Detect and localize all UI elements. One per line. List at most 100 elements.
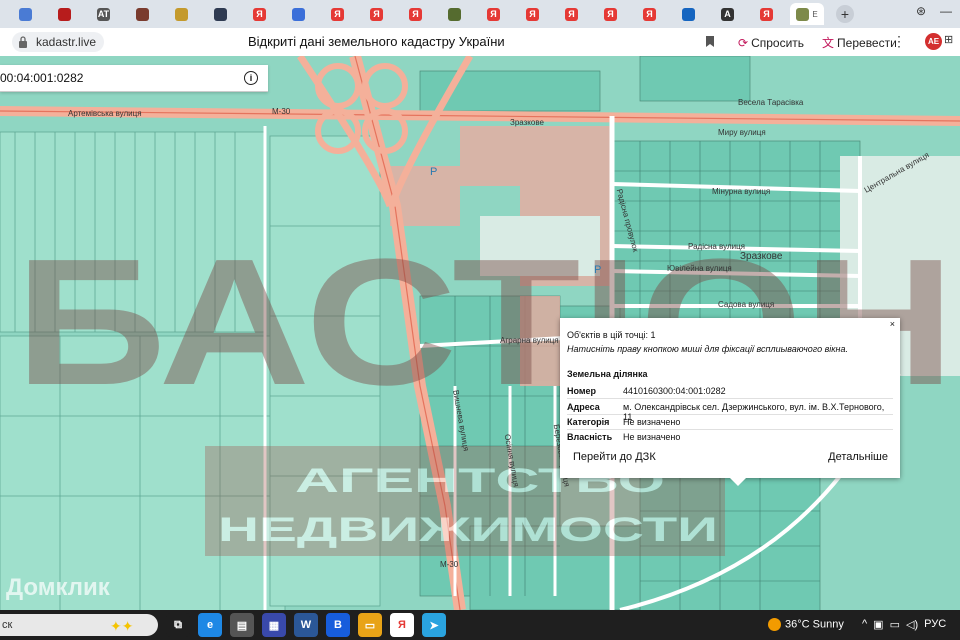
browser-tab[interactable] bbox=[47, 3, 85, 25]
browser-tab[interactable] bbox=[437, 3, 475, 25]
active-tab-label: E bbox=[812, 9, 818, 19]
street-label-myru: Миру вулиця bbox=[718, 128, 766, 137]
browser-tab[interactable]: Я bbox=[398, 3, 436, 25]
profile-icon[interactable]: ⊛ bbox=[916, 4, 926, 18]
volume-icon[interactable]: ◁) bbox=[906, 618, 918, 631]
street-label-minurna: Мінурна вулиця bbox=[712, 187, 771, 196]
browser-tab[interactable]: Я bbox=[359, 3, 397, 25]
browser-tab[interactable] bbox=[671, 3, 709, 25]
browser-tab[interactable] bbox=[8, 3, 46, 25]
info-icon[interactable]: i bbox=[244, 71, 258, 85]
browser-tab[interactable]: Я bbox=[593, 3, 631, 25]
street-label-agrarna: Аграрна вулиця bbox=[500, 336, 559, 345]
road-label-m30-bottom: М-30 bbox=[440, 560, 459, 569]
browser-tab[interactable]: Я bbox=[320, 3, 358, 25]
scanner-icon[interactable]: ▤ bbox=[230, 613, 254, 637]
popup-objects-count: Об'єктів в цій точці: 1 bbox=[567, 330, 656, 340]
search-value: 00:04:001:0282 bbox=[0, 71, 84, 85]
popup-section-title: Земельна ділянка bbox=[567, 369, 648, 379]
language-indicator[interactable]: РУС bbox=[924, 618, 946, 631]
ask-icon: ⟳ bbox=[738, 35, 749, 50]
extension-icon[interactable]: ⊞ bbox=[944, 33, 958, 50]
system-tray: ^ ▣ ▭ ◁) РУС bbox=[862, 618, 946, 631]
go-to-dzk-button[interactable]: Перейти до ДЗК bbox=[565, 446, 664, 468]
browser-tab[interactable]: Я bbox=[554, 3, 592, 25]
popup-row-address: Адреса м. Олександрівськ сел. Дзержинськ… bbox=[567, 399, 893, 422]
browser-tab[interactable] bbox=[125, 3, 163, 25]
yandex-icon: Я bbox=[487, 7, 500, 21]
chevron-up-icon[interactable]: ^ bbox=[862, 618, 867, 631]
street-label-artemivska: Артемівська вулиця bbox=[68, 109, 142, 118]
place-label-vesela: Весела Тарасівка bbox=[738, 98, 804, 107]
browser-tab[interactable] bbox=[164, 3, 202, 25]
flag-icon bbox=[292, 7, 305, 21]
map-icon bbox=[796, 7, 810, 21]
translate-button[interactable]: 文 Перевести bbox=[822, 34, 897, 51]
popup-pointer bbox=[730, 478, 746, 486]
popup-row-number: Номер 4410160300:04:001:0282 bbox=[567, 383, 893, 399]
tab-active[interactable]: E bbox=[790, 3, 824, 25]
browser-tab[interactable]: Я bbox=[476, 3, 514, 25]
taskbar-search[interactable]: ск ✦✦ bbox=[0, 614, 158, 636]
yandex-browser-icon[interactable]: Я bbox=[390, 613, 414, 637]
edge-icon[interactable]: e bbox=[198, 613, 222, 637]
avatar[interactable]: AE bbox=[925, 33, 942, 50]
translate-icon: 文 bbox=[822, 36, 835, 50]
watermark-sub2: НЕДВИЖИМОСТИ bbox=[218, 511, 718, 549]
minimize-icon[interactable]: — bbox=[940, 4, 952, 18]
word-icon[interactable]: W bbox=[294, 613, 318, 637]
yandex-icon: Я bbox=[370, 7, 383, 21]
display-icon[interactable]: ▭ bbox=[890, 618, 900, 631]
road-label-m30-top: М-30 bbox=[272, 107, 291, 116]
sparkle-icon: ✦✦ bbox=[110, 618, 134, 634]
yandex-icon: Я bbox=[253, 7, 266, 21]
addr-actions: ⟳ Спросить 文 Перевести bbox=[738, 34, 897, 51]
browser-tab[interactable]: Я bbox=[242, 3, 280, 25]
parcel-popup: × Об'єктів в цій точці: 1 Натисніть прав… bbox=[560, 318, 900, 486]
url-text: kadastr.live bbox=[36, 35, 97, 49]
blue-app-icon bbox=[682, 7, 695, 21]
parking-label-1: P bbox=[430, 166, 438, 178]
explorer-icon[interactable]: ▭ bbox=[358, 613, 382, 637]
popup-hint: Натисніть праву кнопкою миші для фіксаці… bbox=[567, 344, 848, 354]
browser-tab[interactable]: A bbox=[710, 3, 748, 25]
yandex-icon: Я bbox=[526, 7, 539, 21]
shield-emblem-icon bbox=[136, 7, 149, 21]
cadastre-search-input[interactable]: 00:04:001:0282 i bbox=[0, 65, 268, 92]
ask-button[interactable]: ⟳ Спросить bbox=[738, 36, 804, 50]
place-label-zrazkove1: Зразкове bbox=[510, 118, 544, 127]
new-tab-button[interactable]: + bbox=[836, 5, 854, 23]
calculator-icon[interactable]: ▦ bbox=[262, 613, 286, 637]
eagle-emblem-icon bbox=[175, 7, 188, 21]
dark-window-icon bbox=[214, 7, 227, 21]
street-label-yuvileina: Ювілейна вулиця bbox=[667, 264, 732, 273]
task-view-icon[interactable]: ⧉ bbox=[166, 613, 190, 637]
network-icon[interactable]: ▣ bbox=[873, 618, 883, 631]
browser-tab[interactable]: Я bbox=[632, 3, 670, 25]
yandex-icon: Я bbox=[604, 7, 617, 21]
taskbar-apps: ⧉ e ▤ ▦ W B ▭ Я ➤ bbox=[166, 613, 446, 637]
browser-tab[interactable] bbox=[203, 3, 241, 25]
details-button[interactable]: Детальніше bbox=[820, 446, 896, 468]
url-field[interactable]: kadastr.live bbox=[12, 32, 105, 52]
browser-tab[interactable]: Я bbox=[515, 3, 553, 25]
bitwarden-icon[interactable]: B bbox=[326, 613, 350, 637]
blue-square-icon bbox=[19, 7, 32, 21]
yandex-icon: Я bbox=[409, 7, 422, 21]
parking-label-2: P bbox=[594, 264, 602, 276]
browser-tab[interactable]: AT bbox=[86, 3, 124, 25]
at-icon: AT bbox=[97, 7, 110, 21]
red-globe-icon bbox=[58, 7, 71, 21]
yandex-icon: Я bbox=[643, 7, 656, 21]
bookmark-icon[interactable] bbox=[705, 35, 715, 48]
telegram-icon[interactable]: ➤ bbox=[422, 613, 446, 637]
weather-widget[interactable]: 36°C Sunny bbox=[768, 618, 844, 631]
street-label-radisna: Радісна вулиця bbox=[688, 242, 746, 251]
menu-kebab-icon[interactable]: ⋮ bbox=[892, 33, 906, 50]
browser-tab[interactable]: Я bbox=[749, 3, 787, 25]
window-controls: ⊛ — bbox=[916, 4, 952, 18]
close-icon[interactable]: × bbox=[890, 319, 895, 329]
place-label-zrazkove2: Зразкове bbox=[740, 251, 783, 262]
domklik-watermark: Домклик bbox=[6, 574, 110, 601]
browser-tab[interactable] bbox=[281, 3, 319, 25]
